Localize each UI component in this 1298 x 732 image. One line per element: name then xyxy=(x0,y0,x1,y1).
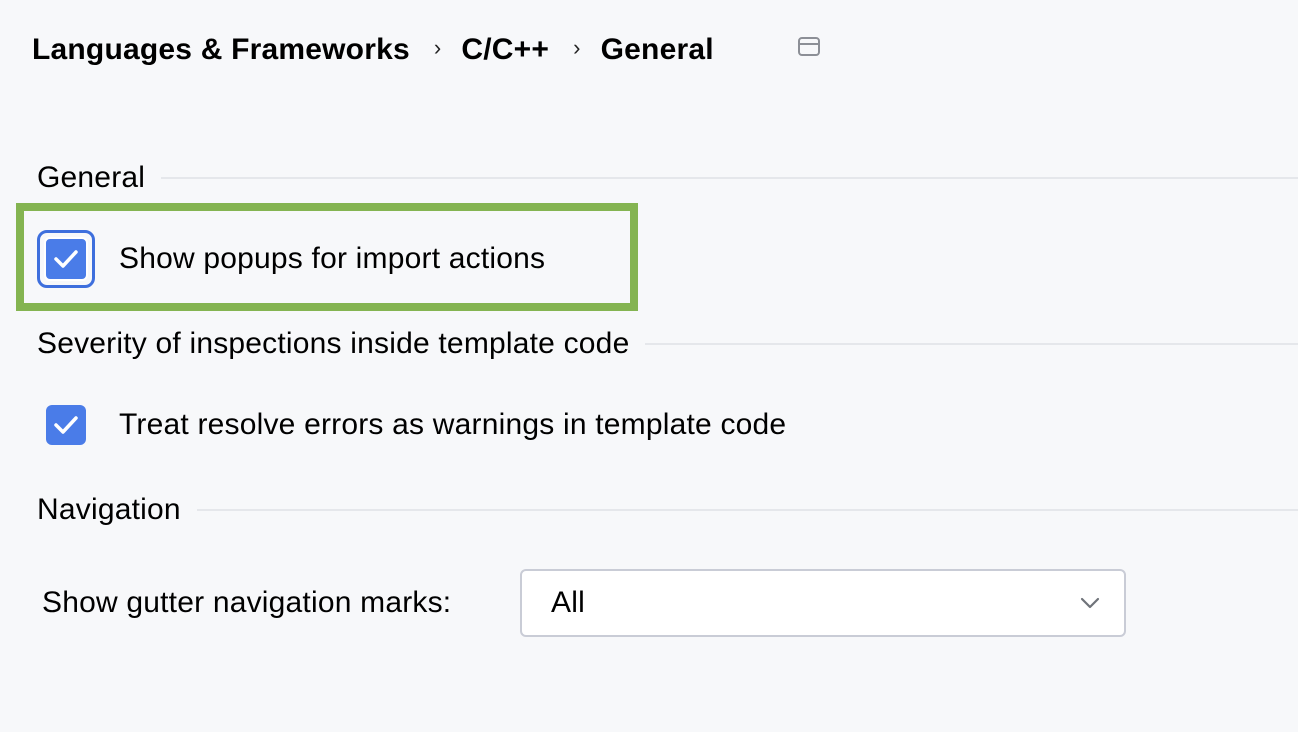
section-divider xyxy=(196,509,1298,511)
section-navigation: Navigation xyxy=(37,490,1298,530)
gutter-navigation-row: Show gutter navigation marks: All xyxy=(42,569,1126,637)
show-popups-label: Show popups for import actions xyxy=(119,242,546,275)
breadcrumb-item-general: General xyxy=(600,33,714,66)
section-divider xyxy=(161,177,1298,179)
window-icon[interactable] xyxy=(798,37,820,56)
checkmark-icon xyxy=(54,250,78,268)
chevron-down-icon xyxy=(1080,597,1100,609)
show-popups-checkbox[interactable] xyxy=(37,230,95,288)
show-popups-import-actions-option[interactable]: Show popups for import actions xyxy=(37,229,545,289)
checkbox-box xyxy=(46,405,86,445)
dropdown-selected-value: All xyxy=(551,586,585,619)
settings-page: Languages & Frameworks › C/C++ › General… xyxy=(0,0,1298,732)
breadcrumb-item-languages-frameworks[interactable]: Languages & Frameworks xyxy=(32,33,410,67)
section-divider xyxy=(645,343,1298,345)
breadcrumb-separator: › xyxy=(573,35,581,60)
section-title-general: General xyxy=(37,161,146,194)
section-title-severity: Severity of inspections inside template … xyxy=(37,327,630,360)
section-general: General xyxy=(37,158,1298,198)
section-title-navigation: Navigation xyxy=(37,493,181,526)
checkmark-icon xyxy=(54,416,78,434)
treat-resolve-errors-checkbox[interactable] xyxy=(37,396,95,454)
treat-resolve-errors-label: Treat resolve errors as warnings in temp… xyxy=(119,408,787,441)
treat-resolve-errors-option[interactable]: Treat resolve errors as warnings in temp… xyxy=(37,395,786,455)
gutter-navigation-dropdown[interactable]: All xyxy=(520,569,1126,637)
section-severity: Severity of inspections inside template … xyxy=(37,324,1298,364)
breadcrumb: Languages & Frameworks › C/C++ › General xyxy=(32,26,714,74)
breadcrumb-separator: › xyxy=(433,35,442,60)
checkbox-box xyxy=(44,237,88,281)
breadcrumb-item-cpp[interactable]: C/C++ xyxy=(461,33,549,67)
gutter-navigation-label: Show gutter navigation marks: xyxy=(42,586,452,619)
